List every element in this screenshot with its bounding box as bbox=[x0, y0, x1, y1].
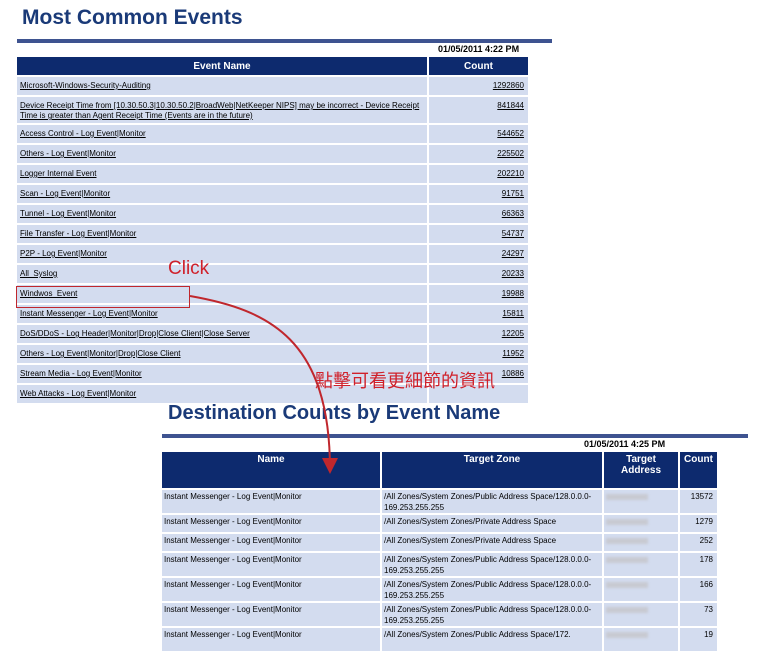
arrow-icon bbox=[189, 295, 338, 474]
arrow-annotation bbox=[189, 295, 338, 474]
